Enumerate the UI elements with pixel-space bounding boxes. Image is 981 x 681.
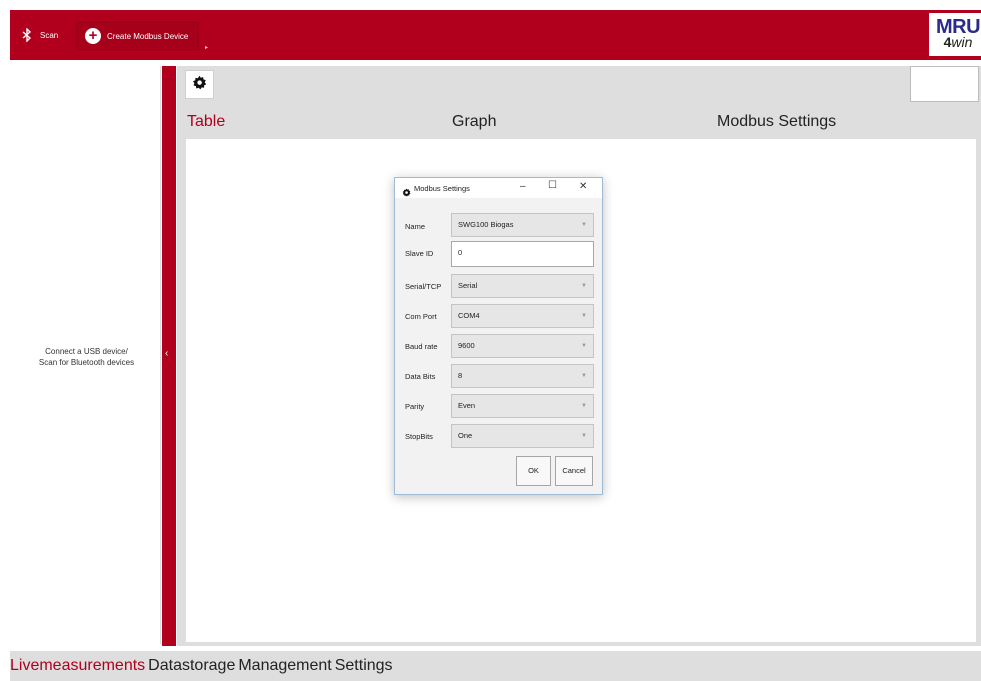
com-port-label: Com Port bbox=[405, 312, 437, 321]
ok-button[interactable]: OK bbox=[516, 456, 551, 486]
nav-management[interactable]: Management bbox=[238, 657, 331, 674]
bottom-navigation: Livemeasurements Datastorage Management Set… bbox=[10, 651, 981, 681]
data-bits-label: Data Bits bbox=[405, 372, 436, 381]
data-bits-value: 8 bbox=[458, 371, 463, 380]
close-button[interactable]: ✕ bbox=[579, 181, 587, 192]
nav-livemeasurements[interactable]: Livemeasurements bbox=[10, 657, 145, 674]
minimize-button[interactable]: – bbox=[520, 181, 526, 192]
cursor-icon: ▸ bbox=[205, 45, 209, 51]
dialog-title: Modbus Settings bbox=[414, 184, 470, 193]
chevron-down-icon: ▼ bbox=[581, 373, 587, 379]
chevron-down-icon: ▼ bbox=[581, 403, 587, 409]
parity-value: Even bbox=[458, 401, 476, 410]
bluetooth-icon bbox=[22, 28, 32, 42]
chevron-down-icon: ▼ bbox=[581, 283, 587, 289]
tab-modbus-settings[interactable]: Modbus Settings bbox=[717, 113, 836, 131]
nav-datastorage[interactable]: Datastorage bbox=[148, 657, 235, 674]
gear-icon bbox=[192, 75, 207, 95]
dialog-titlebar: Modbus Settings – ☐ ✕ bbox=[395, 178, 602, 198]
scan-label: Scan bbox=[40, 30, 59, 40]
logo-win: win bbox=[951, 34, 973, 50]
tab-graph[interactable]: Graph bbox=[452, 113, 496, 131]
modbus-settings-dialog: Modbus Settings – ☐ ✕ Name SWG100 Biogas… bbox=[394, 177, 603, 495]
top-toolbar: Scan + Create Modbus Device ▸ MRU 4win bbox=[10, 10, 981, 60]
device-panel: Connect a USB device/ Scan for Bluetooth… bbox=[13, 66, 161, 644]
scan-button[interactable]: Scan bbox=[22, 24, 58, 46]
name-value: SWG100 Biogas bbox=[458, 220, 514, 229]
create-label: Create Modbus Device bbox=[107, 31, 189, 41]
chevron-down-icon: ▼ bbox=[581, 343, 587, 349]
gear-icon bbox=[402, 184, 411, 202]
serial-tcp-label: Serial/TCP bbox=[405, 282, 442, 291]
stop-bits-label: StopBits bbox=[405, 432, 433, 441]
chevron-down-icon: ▼ bbox=[581, 222, 587, 228]
stop-bits-value: One bbox=[458, 431, 473, 440]
connect-device-message: Connect a USB device/ Scan for Bluetooth… bbox=[38, 347, 135, 367]
chevron-down-icon: ▼ bbox=[581, 433, 587, 439]
settings-button[interactable] bbox=[185, 70, 214, 99]
chevron-down-icon: ▼ bbox=[581, 313, 587, 319]
data-bits-select[interactable]: 8 ▼ bbox=[451, 364, 594, 388]
parity-label: Parity bbox=[405, 402, 425, 411]
com-port-value: COM4 bbox=[458, 311, 480, 320]
slave-id-value: 0 bbox=[458, 248, 463, 257]
stop-bits-select[interactable]: One ▼ bbox=[451, 424, 594, 448]
com-port-select[interactable]: COM4 ▼ bbox=[451, 304, 594, 328]
collapse-panel-button[interactable]: ‹ bbox=[162, 66, 176, 646]
name-select[interactable]: SWG100 Biogas ▼ bbox=[451, 213, 594, 237]
baud-rate-value: 9600 bbox=[458, 341, 475, 350]
serial-tcp-select[interactable]: Serial ▼ bbox=[451, 274, 594, 298]
nav-settings[interactable]: Settings bbox=[335, 657, 393, 674]
parity-select[interactable]: Even ▼ bbox=[451, 394, 594, 418]
tab-table[interactable]: Table bbox=[187, 113, 225, 131]
slave-id-label: Slave ID bbox=[405, 249, 434, 258]
maximize-button[interactable]: ☐ bbox=[548, 180, 557, 191]
cancel-button[interactable]: Cancel bbox=[555, 456, 593, 486]
baud-rate-select[interactable]: 9600 ▼ bbox=[451, 334, 594, 358]
add-circle-icon: + bbox=[85, 28, 101, 44]
create-modbus-device-button[interactable]: + Create Modbus Device bbox=[76, 22, 200, 50]
mru-logo: MRU 4win bbox=[929, 13, 981, 56]
serial-tcp-value: Serial bbox=[458, 281, 478, 290]
chevron-left-icon: ‹ bbox=[165, 348, 169, 359]
slave-id-input[interactable]: 0 bbox=[451, 241, 594, 267]
name-label: Name bbox=[405, 222, 426, 231]
search-input[interactable] bbox=[910, 66, 979, 102]
baud-rate-label: Baud rate bbox=[405, 342, 438, 351]
